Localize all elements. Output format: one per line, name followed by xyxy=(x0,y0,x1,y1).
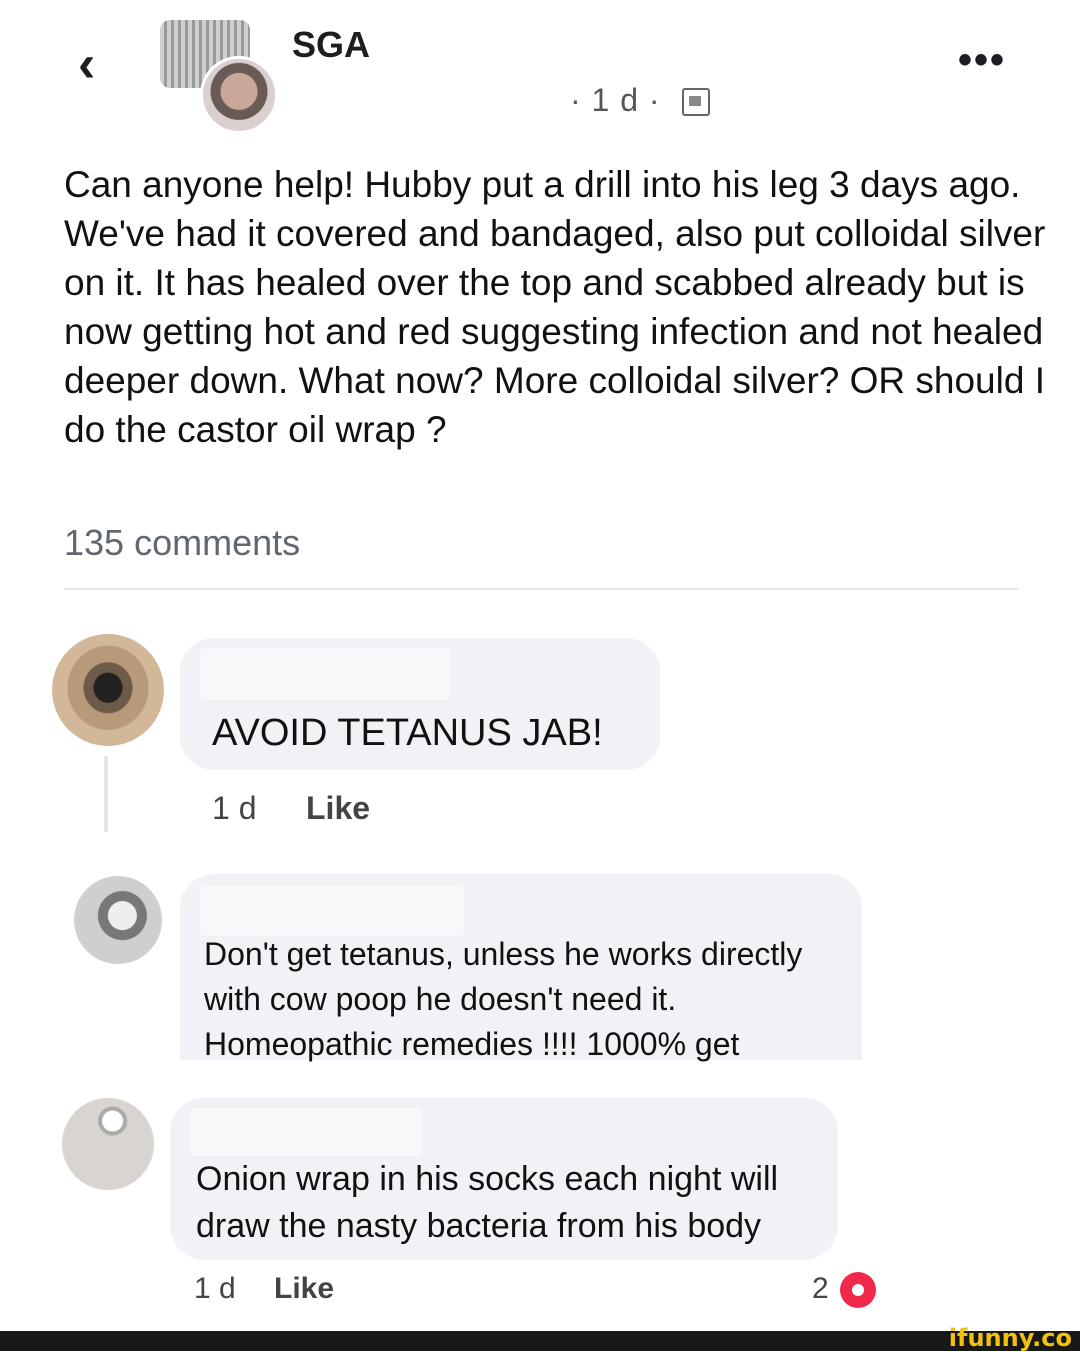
footer-bar xyxy=(0,1331,1080,1351)
commenter-avatar[interactable] xyxy=(52,634,164,746)
comment-time: 1 d xyxy=(212,790,257,826)
group-name[interactable]: SGA xyxy=(292,24,370,66)
members-icon xyxy=(682,88,710,116)
reaction-count[interactable]: 2 xyxy=(812,1272,829,1306)
commenter-name-redacted xyxy=(190,1108,422,1156)
thread-line xyxy=(104,756,108,832)
comment-time: 1 d xyxy=(194,1272,236,1305)
chevron-left-icon[interactable]: ‹ xyxy=(78,38,95,90)
post-text: Can anyone help! Hubby put a drill into … xyxy=(64,164,1046,450)
watermark: ifunny.co xyxy=(948,1324,1072,1352)
comment-text: AVOID TETANUS JAB! xyxy=(212,712,603,754)
post-timestamp: · 1 d · xyxy=(570,82,661,118)
commenter-name-redacted xyxy=(200,648,450,700)
comment-text: Don't get tetanus, unless he works direc… xyxy=(204,936,803,1062)
like-button[interactable]: Like xyxy=(274,1272,334,1306)
divider xyxy=(64,588,1018,590)
commenter-avatar[interactable] xyxy=(62,1098,154,1190)
more-options-button[interactable]: ••• xyxy=(958,40,1006,80)
comments-count[interactable]: 135 comments xyxy=(64,522,300,564)
like-button[interactable]: Like xyxy=(306,790,370,827)
commenter-avatar[interactable] xyxy=(74,876,162,964)
author-avatar[interactable] xyxy=(200,56,278,134)
heart-icon[interactable] xyxy=(840,1272,876,1308)
commenter-name-redacted xyxy=(200,886,464,936)
comment-text: Onion wrap in his socks each night will … xyxy=(196,1160,779,1245)
